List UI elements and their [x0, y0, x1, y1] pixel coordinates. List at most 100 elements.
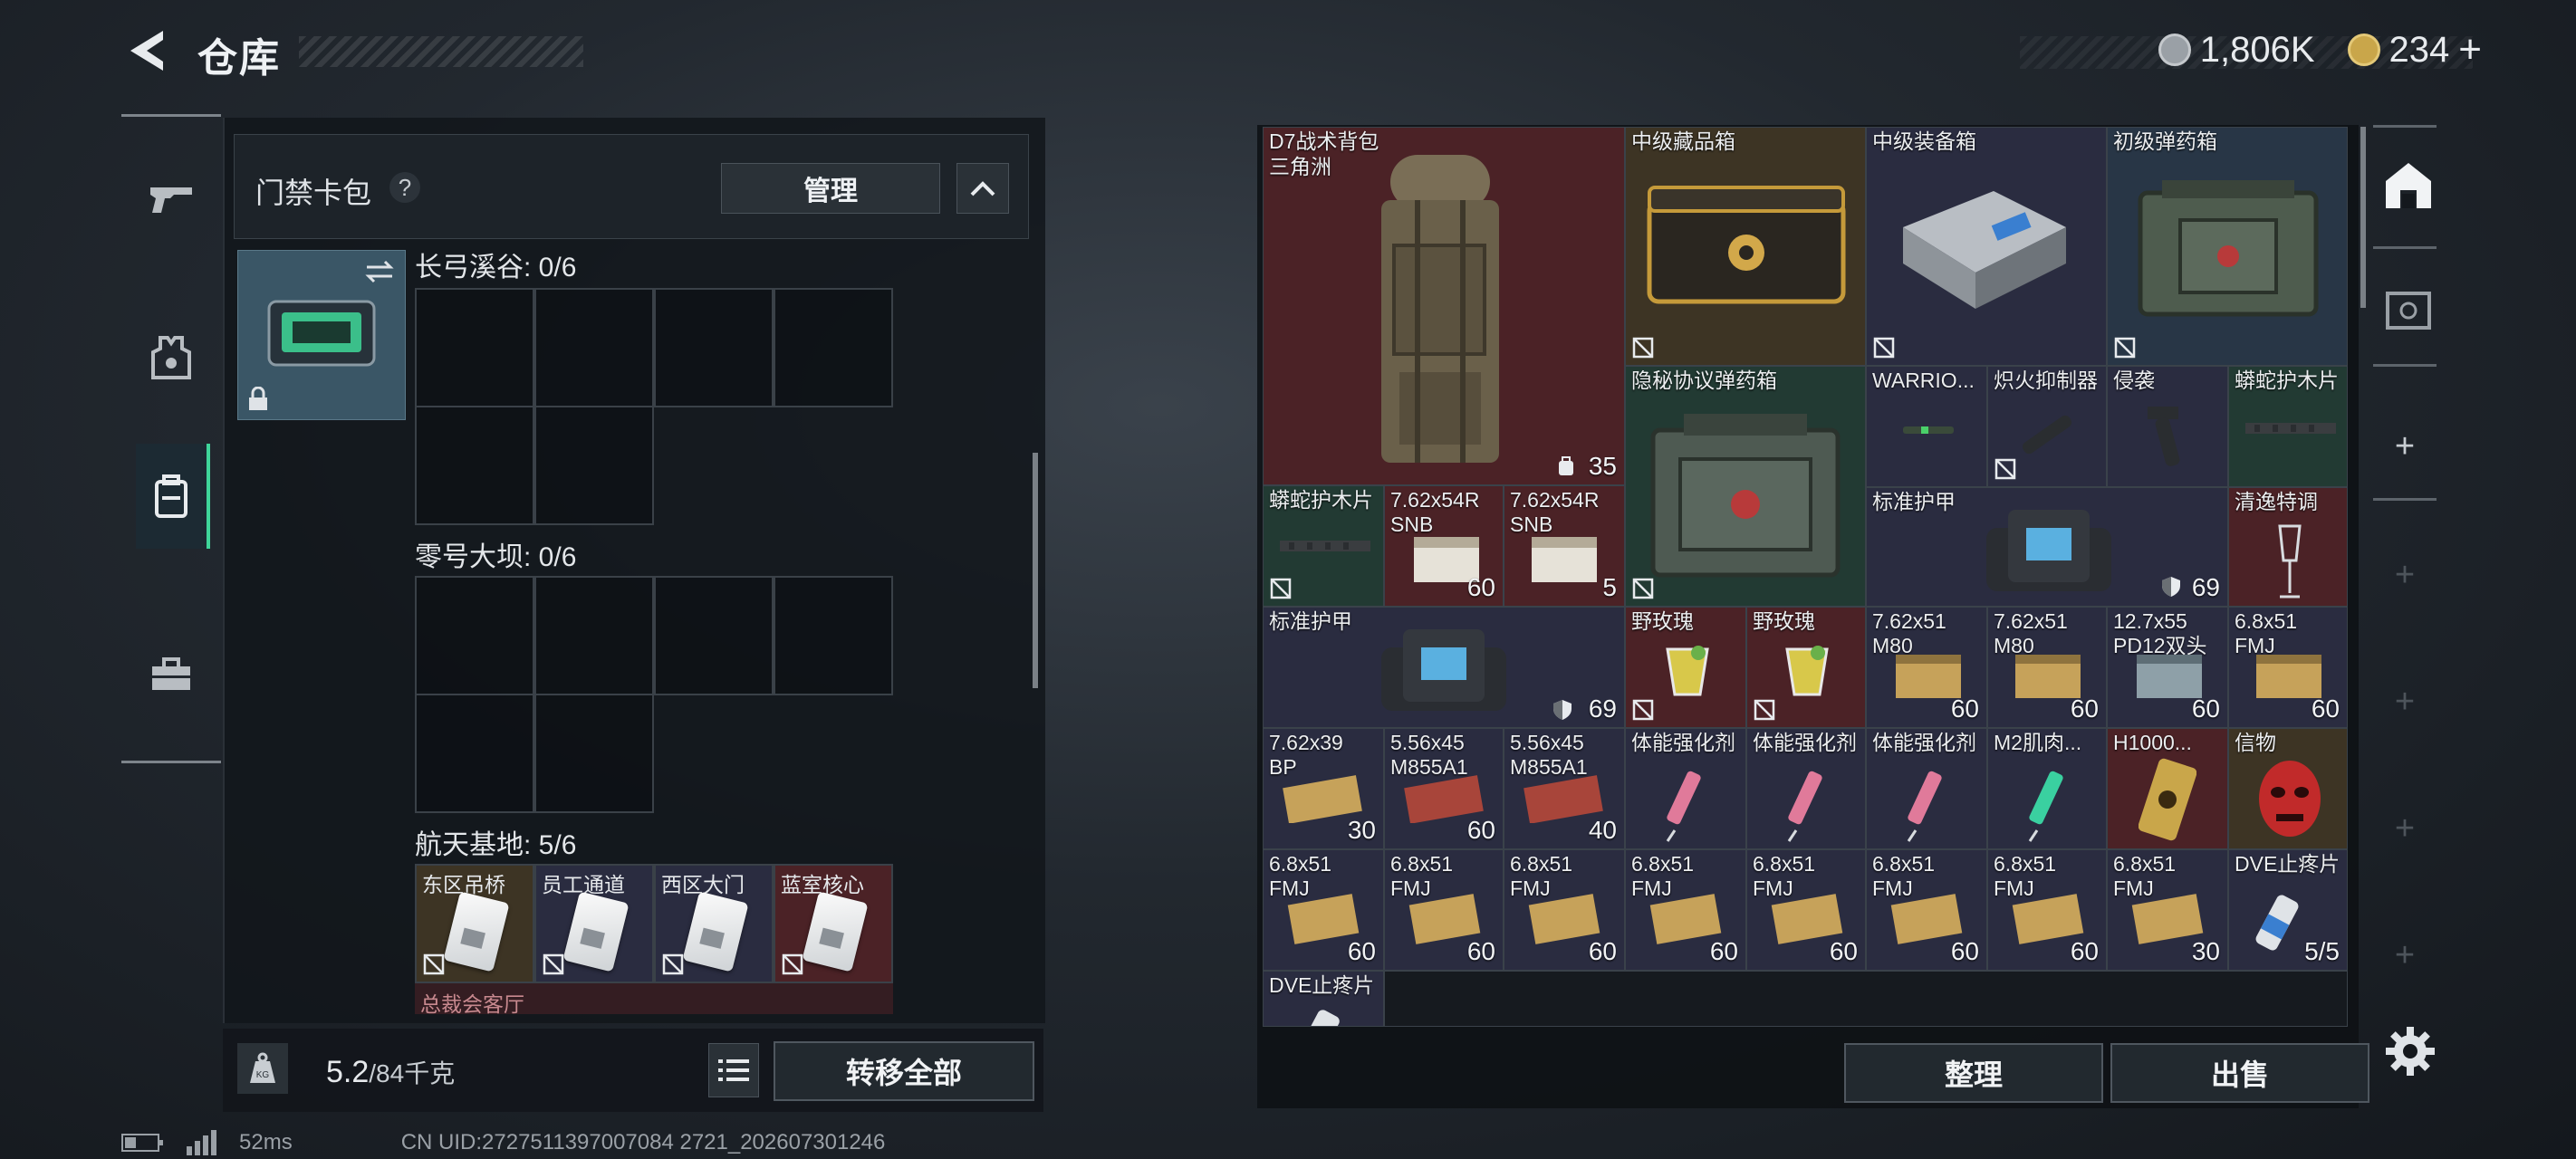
warehouse-icon[interactable] [2382, 159, 2435, 212]
inventory-item[interactable]: 5.56x45 M855A1 60 [1384, 728, 1504, 849]
inventory-item[interactable]: 标准护甲 69 [1263, 607, 1625, 728]
inventory-item[interactable]: 6.8x51 FMJ 60 [1746, 849, 1866, 971]
armor-vest-icon [1986, 510, 2111, 591]
key-card-item[interactable]: 东区吊桥 [415, 864, 534, 983]
settings-gear-icon[interactable] [2384, 1025, 2437, 1078]
inventory-item[interactable]: 体能强化剂 [1746, 728, 1866, 849]
sort-button[interactable]: 整理 [1844, 1043, 2103, 1103]
inventory-item[interactable]: 6.8x51 FMJ 60 [1384, 849, 1504, 971]
card-slot[interactable] [654, 288, 774, 407]
inventory-item[interactable]: WARRIO... [1866, 366, 1987, 487]
inventory-item[interactable]: 6.8x51 FMJ 60 [2228, 607, 2348, 728]
inventory-item[interactable]: 蟒蛇护木片 [1263, 485, 1384, 607]
help-icon[interactable]: ? [389, 172, 420, 203]
inventory-item[interactable]: 野玫瑰 [1746, 607, 1866, 728]
inventory-item[interactable]: 6.8x51 FMJ 60 [1866, 849, 1987, 971]
card-slot[interactable] [534, 694, 654, 813]
list-view-button[interactable] [708, 1043, 759, 1097]
card-slot[interactable] [774, 288, 893, 407]
card-slot[interactable] [774, 576, 893, 695]
inventory-item[interactable]: H1000... [2107, 728, 2228, 849]
inventory-item[interactable]: 体能强化剂 [1866, 728, 1987, 849]
container-category-button[interactable] [136, 444, 210, 549]
empty-slots-row [1384, 971, 2348, 1027]
card-slot[interactable] [415, 576, 534, 695]
manage-button[interactable]: 管理 [721, 163, 940, 214]
inventory-item[interactable]: 体能强化剂 [1625, 728, 1746, 849]
gold-card-icon [2139, 758, 2196, 841]
inventory-item[interactable]: M2肌肉... [1987, 728, 2107, 849]
ammo-box-icon [1528, 894, 1600, 944]
inventory-item[interactable]: 7.62x51 M80 60 [1866, 607, 1987, 728]
nav-divider [2373, 125, 2437, 128]
equipment-case-icon [1903, 191, 2066, 309]
card-slot[interactable] [415, 694, 534, 813]
safe-box-icon[interactable] [2384, 288, 2433, 333]
inventory-item[interactable]: 6.8x51 FMJ 60 [1987, 849, 2107, 971]
inventory-item[interactable]: 6.8x51 FMJ 60 [1263, 849, 1384, 971]
inventory-item[interactable]: 5.56x45 M855A1 40 [1504, 728, 1625, 849]
weight-value: 5.2 [326, 1055, 370, 1089]
item-name: H1000... [2113, 731, 2192, 754]
toolbox-category-button[interactable] [136, 639, 207, 710]
inventory-item[interactable]: 中级藏品箱 [1625, 127, 1866, 366]
card-slot[interactable] [534, 406, 654, 525]
inventory-item[interactable]: 7.62x54R SNB 5 [1504, 485, 1625, 607]
capacity-icon [1559, 456, 1573, 475]
weapon-category-button[interactable] [136, 163, 207, 234]
inventory-item[interactable]: 7.62x39 BP 30 [1263, 728, 1384, 849]
add-storage-button[interactable]: + [2389, 938, 2420, 972]
backpack-icon [1381, 155, 1499, 463]
inventory-item[interactable]: 初级弹药箱 [2107, 127, 2348, 366]
sell-button[interactable]: 出售 [2110, 1043, 2369, 1103]
inventory-item[interactable]: 6.8x51 FMJ 30 [2107, 849, 2228, 971]
key-card-name: 总裁会客厅 [420, 992, 524, 1014]
inventory-item[interactable]: 野玫瑰 [1625, 607, 1746, 728]
inventory-item[interactable]: 侵袭 [2107, 366, 2228, 487]
backpack-item[interactable]: D7战术背包 三角洲 35 [1263, 127, 1625, 485]
inventory-item[interactable]: 7.62x51 M80 60 [1987, 607, 2107, 728]
add-storage-button[interactable]: + [2389, 558, 2420, 592]
transfer-all-button[interactable]: 转移全部 [774, 1041, 1034, 1101]
card-slot[interactable] [534, 288, 654, 407]
add-currency-button[interactable]: + [2458, 27, 2482, 72]
card-case-icon [267, 300, 376, 367]
inventory-item[interactable]: 信物 [2228, 728, 2348, 849]
back-arrow-icon[interactable] [123, 25, 168, 76]
item-durability: 69 [2191, 573, 2220, 601]
inventory-item[interactable]: 清逸特调 [2228, 487, 2348, 607]
chevron-up-icon [970, 181, 995, 196]
ammo-box-icon [2138, 180, 2319, 317]
collapse-button[interactable] [956, 163, 1009, 214]
gun-icon [150, 187, 192, 213]
add-storage-button[interactable]: + [2389, 429, 2420, 464]
card-slot[interactable] [534, 576, 654, 695]
inventory-item[interactable]: 6.8x51 FMJ 60 [1625, 849, 1746, 971]
card-slot[interactable] [415, 288, 534, 407]
add-storage-button[interactable]: + [2389, 685, 2420, 719]
inventory-item[interactable]: 蟒蛇护木片 [2228, 366, 2348, 487]
card-pack-slot[interactable] [237, 250, 406, 420]
inventory-item[interactable]: 12.7x55 PD12双头 60 [2107, 607, 2228, 728]
card-slot[interactable] [415, 406, 534, 525]
toolbox-icon [152, 657, 190, 690]
inventory-item[interactable]: 标准护甲 69 [1866, 487, 2228, 607]
no-trade-icon [1632, 578, 1654, 599]
scrollbar[interactable] [1033, 453, 1038, 688]
key-card-item[interactable]: 员工通道 [534, 864, 654, 983]
key-card-item[interactable]: 西区大门 [654, 864, 774, 983]
inventory-item[interactable]: 6.8x51 FMJ 60 [1504, 849, 1625, 971]
inventory-item[interactable]: 炽火抑制器 [1987, 366, 2107, 487]
armor-category-button[interactable] [136, 322, 207, 393]
key-card-item[interactable]: 蓝室核心 [774, 864, 893, 983]
inventory-item[interactable]: 隐秘协议弹药箱 [1625, 366, 1866, 607]
inventory-item[interactable]: 中级装备箱 [1866, 127, 2107, 366]
title-stripe-decoration [299, 36, 583, 67]
add-storage-button[interactable]: + [2389, 811, 2420, 846]
card-slot[interactable] [654, 576, 774, 695]
inventory-item[interactable]: DVE止疼片 [1263, 971, 1384, 1027]
inventory-item[interactable]: DVE止疼片 5/5 [2228, 849, 2348, 971]
no-trade-icon [1754, 699, 1775, 721]
inventory-item[interactable]: 7.62x54R SNB 60 [1384, 485, 1504, 607]
swap-icon[interactable] [363, 258, 396, 285]
